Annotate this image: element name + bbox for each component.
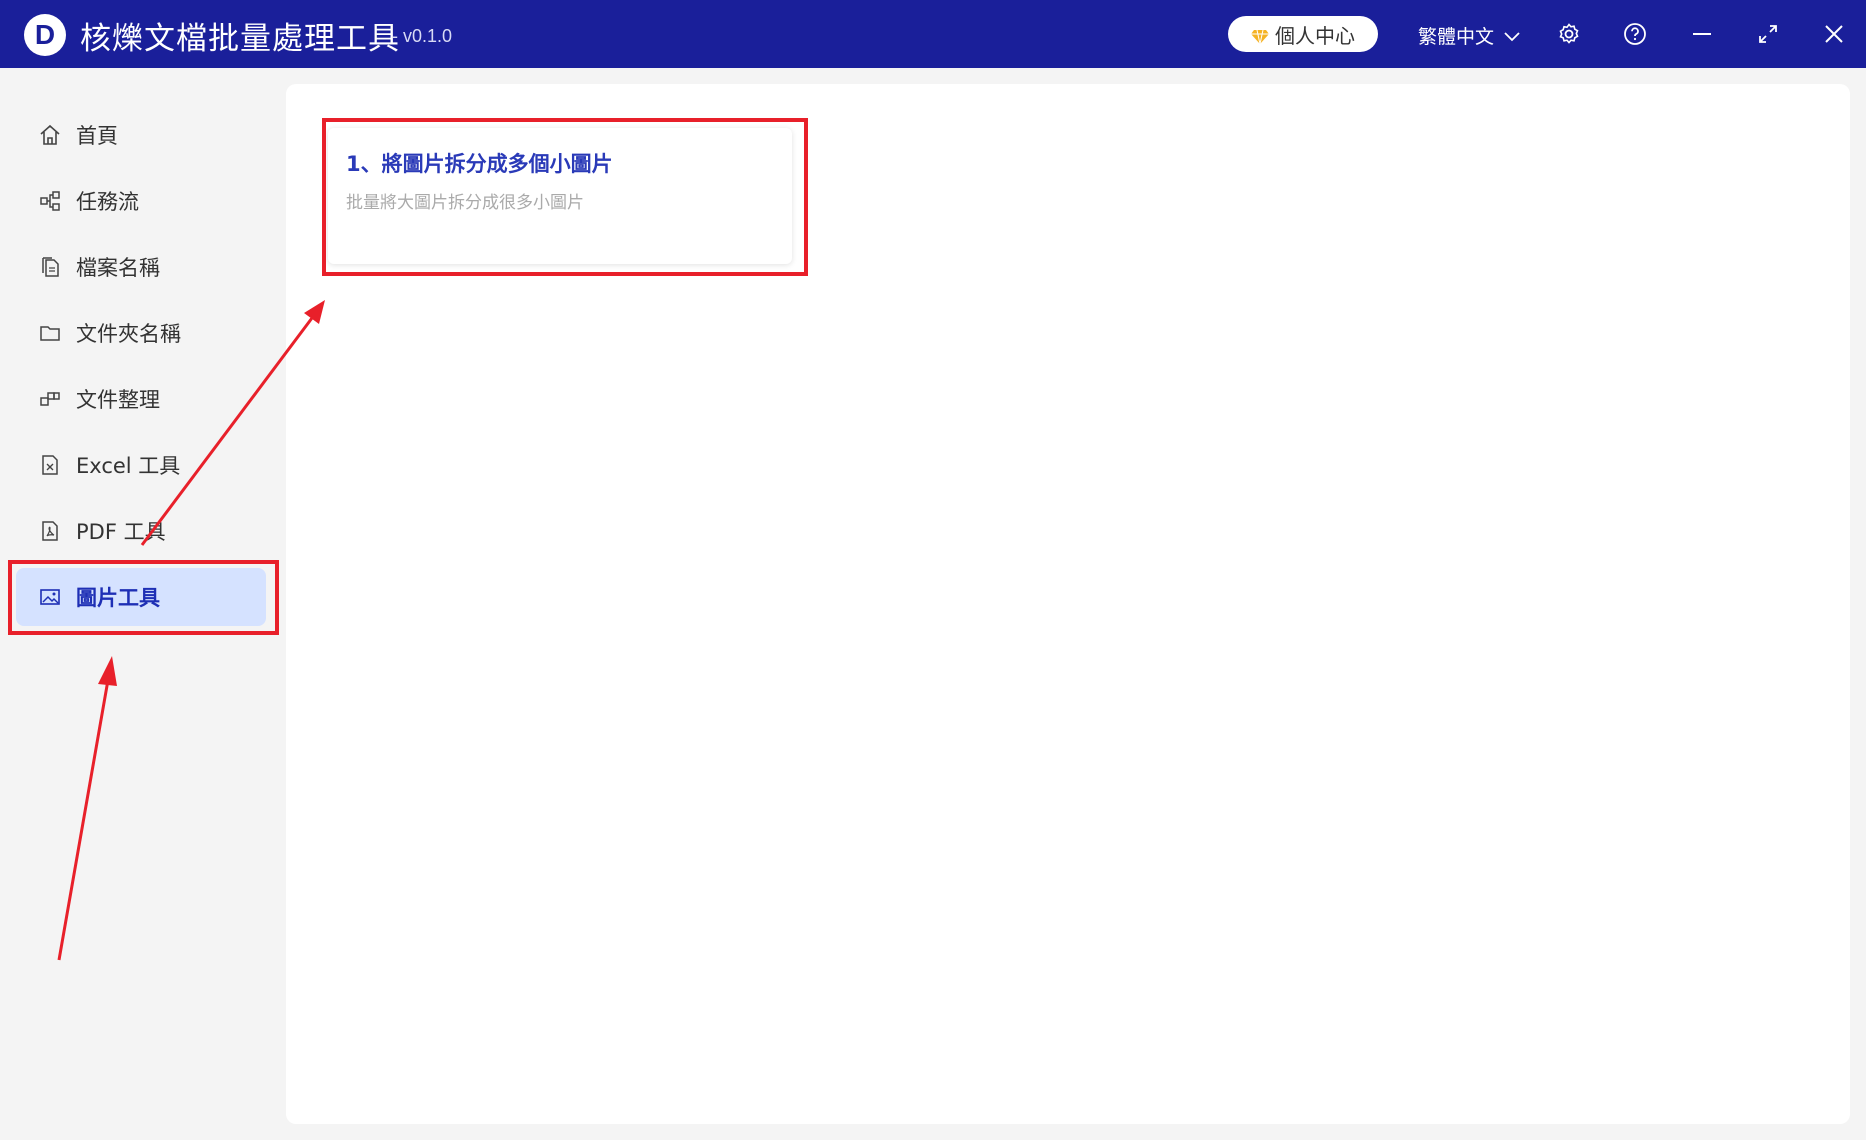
sidebar-item-home[interactable]: 首頁 — [16, 106, 266, 164]
pdf-file-icon — [38, 519, 62, 543]
app-logo: D — [24, 14, 66, 56]
chevron-down-icon — [1504, 25, 1520, 47]
sidebar-item-file-name[interactable]: 檔案名稱 — [16, 238, 266, 296]
personal-center-label: 個人中心 — [1275, 23, 1355, 48]
personal-center-button[interactable]: 個人中心 — [1228, 16, 1378, 52]
sidebar-item-label: PDF 工具 — [76, 520, 166, 544]
sidebar-item-workflow[interactable]: 任務流 — [16, 172, 266, 230]
annotation-highlight-sidebar — [8, 560, 279, 635]
excel-file-icon — [38, 453, 62, 477]
home-icon — [38, 123, 62, 147]
sidebar-item-label: 文件夾名稱 — [76, 322, 181, 346]
minimize-icon[interactable] — [1688, 20, 1716, 48]
close-icon[interactable] — [1820, 20, 1848, 48]
workflow-icon — [38, 189, 62, 213]
sidebar-item-folder-name[interactable]: 文件夾名稱 — [16, 304, 266, 362]
app-title: 核爍文檔批量處理工具 — [80, 21, 400, 57]
sidebar-item-file-organize[interactable]: 文件整理 — [16, 370, 266, 428]
sidebar-item-label: 任務流 — [76, 190, 139, 214]
annotation-highlight-card — [322, 118, 808, 276]
sidebar-item-label: Excel 工具 — [76, 454, 181, 478]
app-version: - v0.1.0 — [392, 26, 453, 46]
settings-gear-icon[interactable] — [1555, 20, 1583, 48]
sidebar-item-pdf-tools[interactable]: PDF 工具 — [16, 502, 266, 560]
language-select[interactable]: 繁體中文 — [1418, 22, 1520, 49]
sidebar-item-excel-tools[interactable]: Excel 工具 — [16, 436, 266, 494]
maximize-icon[interactable] — [1754, 20, 1782, 48]
folder-icon — [38, 321, 62, 345]
sidebar-item-label: 檔案名稱 — [76, 256, 160, 280]
sidebar-item-label: 首頁 — [76, 124, 118, 148]
organize-icon — [38, 387, 62, 411]
help-icon[interactable] — [1621, 20, 1649, 48]
diamond-icon — [1251, 26, 1269, 45]
file-copy-icon — [38, 255, 62, 279]
sidebar-item-label: 文件整理 — [76, 388, 160, 412]
title-bar: D 核爍文檔批量處理工具 - v0.1.0 個人中心 繁體中文 — [0, 0, 1866, 68]
language-label: 繁體中文 — [1418, 26, 1495, 48]
